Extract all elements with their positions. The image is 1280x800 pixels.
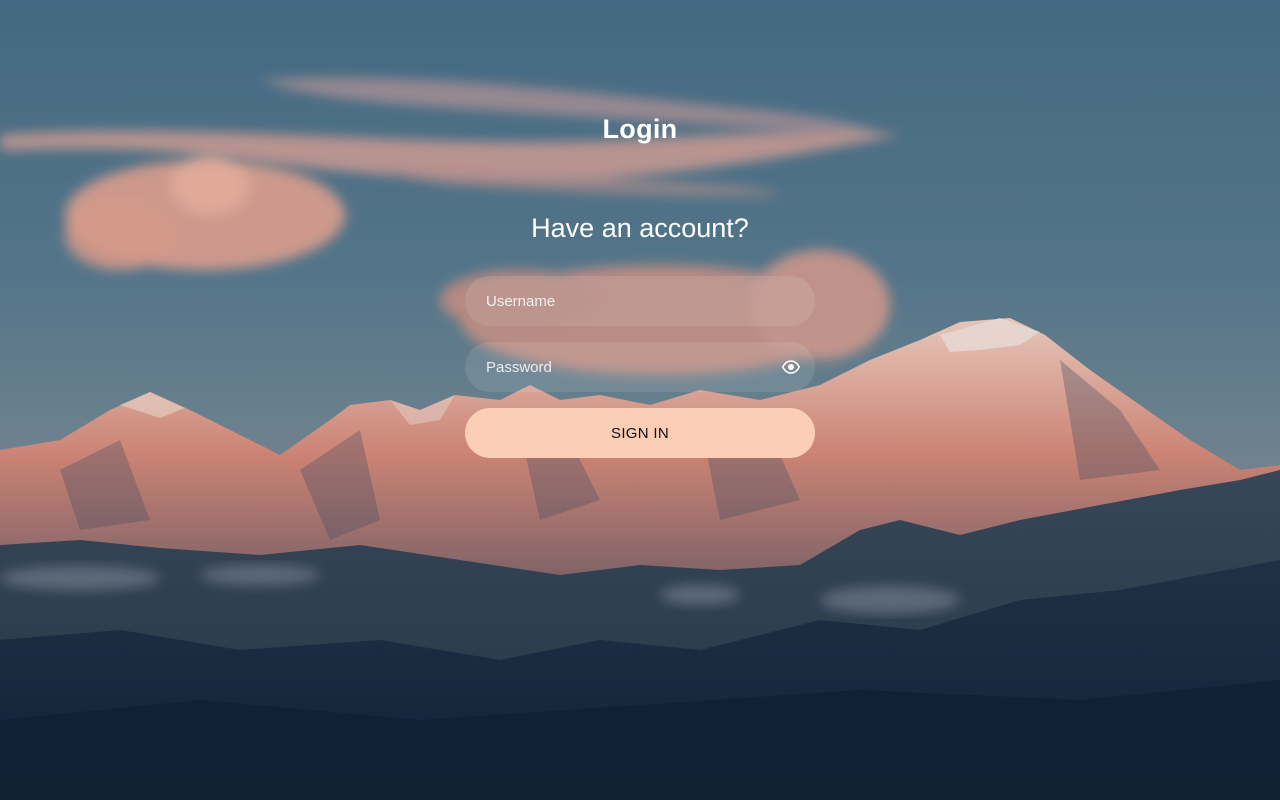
eye-icon[interactable] [781,358,801,376]
username-input[interactable] [465,276,815,326]
password-input[interactable] [465,342,815,392]
login-page: Login Have an account? SIGN IN [0,0,1280,800]
password-field-wrapper [465,342,815,392]
sign-in-button[interactable]: SIGN IN [465,408,815,458]
page-title: Login [602,114,678,144]
username-field-wrapper [465,276,815,326]
form-heading: Have an account? [531,213,749,243]
